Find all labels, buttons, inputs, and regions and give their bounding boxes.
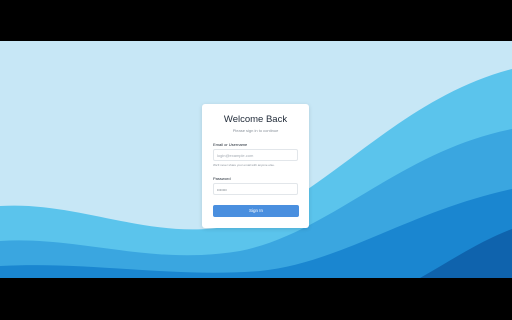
email-field[interactable] bbox=[213, 149, 298, 161]
page-background: Welcome Back Please sign in to continue … bbox=[0, 41, 512, 278]
email-help-text: We'll never share your email with anyone… bbox=[213, 163, 275, 167]
password-field[interactable] bbox=[213, 183, 298, 195]
email-label: Email or Username bbox=[213, 142, 248, 147]
password-label: Password bbox=[213, 176, 231, 181]
sign-in-button[interactable]: Sign In bbox=[213, 205, 299, 217]
login-subtitle: Please sign in to continue bbox=[232, 128, 279, 133]
login-card: Welcome Back Please sign in to continue … bbox=[202, 104, 309, 228]
login-title: Welcome Back bbox=[223, 114, 288, 125]
